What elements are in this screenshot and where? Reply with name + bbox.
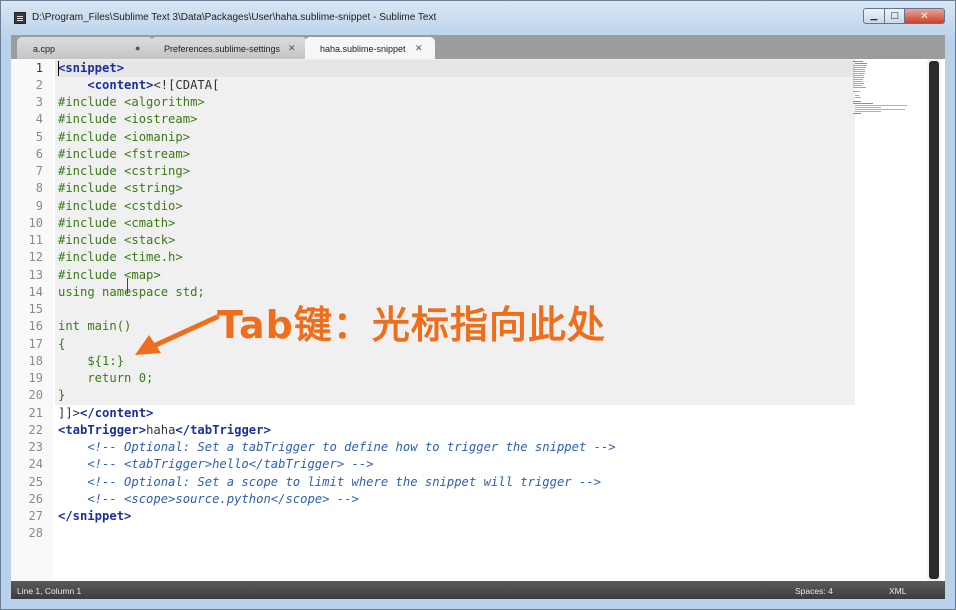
code-line[interactable]: <!-- Optional: Set a scope to limit wher… xyxy=(58,474,601,491)
line-number: 1 xyxy=(35,61,43,75)
code-line[interactable]: </snippet> xyxy=(58,508,131,525)
code-token: </tabTrigger> xyxy=(175,423,271,437)
line-number: 20 xyxy=(28,388,43,402)
tab-label: a.cpp xyxy=(33,44,56,54)
code-line[interactable]: <tabTrigger>haha</tabTrigger> xyxy=(58,422,271,439)
scrollbar-thumb[interactable] xyxy=(929,61,939,579)
code-line[interactable]: #include <stack> xyxy=(58,232,175,249)
code-line[interactable]: <!-- <tabTrigger>hello</tabTrigger> --> xyxy=(58,456,373,473)
code-token: <tabTrigger> xyxy=(58,423,147,437)
close-window-button[interactable]: ✕ xyxy=(905,8,945,24)
line-number: 10 xyxy=(28,216,43,230)
tab-haha-snippet[interactable]: haha.sublime-snippet ✕ xyxy=(305,37,435,59)
mouse-ibeam-cursor xyxy=(127,278,128,294)
arrow-icon xyxy=(135,314,220,355)
line-number: 16 xyxy=(28,319,43,333)
line-number: 15 xyxy=(28,302,43,316)
line-number: 3 xyxy=(35,95,43,109)
line-number: 17 xyxy=(28,337,43,351)
code-token: <content> xyxy=(87,78,154,92)
line-number: 22 xyxy=(28,423,43,437)
tab-preferences[interactable]: Preferences.sublime-settings ✕ xyxy=(151,37,307,59)
code-line[interactable]: #include <map> xyxy=(58,267,161,284)
indentation-setting[interactable]: Spaces: 4 xyxy=(795,586,833,596)
window-controls: ▁ □ ✕ xyxy=(863,8,945,24)
app-window: D:\Program_Files\Sublime Text 3\Data\Pac… xyxy=(0,0,956,610)
current-line-highlight xyxy=(55,60,855,77)
tab-a-cpp[interactable]: a.cpp ● xyxy=(17,37,153,59)
title-bar[interactable]: D:\Program_Files\Sublime Text 3\Data\Pac… xyxy=(1,1,955,35)
code-token: </content> xyxy=(80,406,154,420)
code-line[interactable]: #include <cstdio> xyxy=(58,198,183,215)
code-token: ]]> xyxy=(58,406,81,420)
close-tab-icon[interactable]: ✕ xyxy=(415,43,423,54)
line-number: 11 xyxy=(28,233,43,247)
code-token: <![CDATA[ xyxy=(153,78,220,92)
line-number: 23 xyxy=(28,440,43,454)
tab-bar: a.cpp ● Preferences.sublime-settings ✕ h… xyxy=(11,35,945,59)
code-line[interactable]: #include <cstring> xyxy=(58,163,190,180)
code-line[interactable]: #include <iomanip> xyxy=(58,129,190,146)
line-number: 8 xyxy=(35,181,43,195)
code-line[interactable]: #include <time.h> xyxy=(58,249,183,266)
line-number: 6 xyxy=(35,147,43,161)
code-line[interactable]: <content><![CDATA[ xyxy=(58,77,219,94)
tab-label: Preferences.sublime-settings xyxy=(164,44,281,54)
line-number: 13 xyxy=(28,268,43,282)
code-line[interactable]: int main() xyxy=(58,318,131,335)
close-tab-icon[interactable]: ✕ xyxy=(288,43,296,54)
code-line[interactable]: using namespace std; xyxy=(58,284,205,301)
window-title: D:\Program_Files\Sublime Text 3\Data\Pac… xyxy=(32,12,437,23)
line-number: 5 xyxy=(35,130,43,144)
code-line[interactable]: #include <algorithm> xyxy=(58,94,205,111)
code-line[interactable]: <snippet> xyxy=(58,60,124,77)
maximize-button[interactable]: □ xyxy=(885,8,905,24)
line-number: 12 xyxy=(28,250,43,264)
sublime-app-icon[interactable] xyxy=(14,12,26,24)
line-number: 27 xyxy=(28,509,43,523)
line-number: 7 xyxy=(35,164,43,178)
cursor-position: Line 1, Column 1 xyxy=(17,586,82,596)
line-number: 25 xyxy=(28,475,43,489)
status-bar: Line 1, Column 1 Spaces: 4 XML xyxy=(11,581,945,599)
code-line[interactable]: #include <string> xyxy=(58,180,183,197)
annotation-callout: Tab键：光标指向此处 xyxy=(217,303,606,347)
line-number: 2 xyxy=(35,78,43,92)
line-number: 9 xyxy=(35,199,43,213)
line-number: 26 xyxy=(28,492,43,506)
code-line[interactable]: #include <fstream> xyxy=(58,146,190,163)
line-number: 14 xyxy=(28,285,43,299)
code-line[interactable]: { xyxy=(58,336,65,353)
code-token: haha xyxy=(146,423,176,437)
code-line[interactable]: } xyxy=(58,387,65,404)
minimize-button[interactable]: ▁ xyxy=(863,8,885,24)
code-line[interactable]: <!-- Optional: Set a tabTrigger to defin… xyxy=(58,439,615,456)
line-number: 28 xyxy=(28,526,43,540)
code-line[interactable]: ${1:} xyxy=(58,353,124,370)
code-line[interactable]: <!-- <scope>source.python</scope> --> xyxy=(58,491,359,508)
line-number: 18 xyxy=(28,354,43,368)
code-line[interactable]: #include <iostream> xyxy=(58,111,197,128)
line-number: 19 xyxy=(28,371,43,385)
tab-label: haha.sublime-snippet xyxy=(320,44,406,54)
line-number: 24 xyxy=(28,457,43,471)
syntax-selector[interactable]: XML xyxy=(889,586,906,596)
text-cursor xyxy=(58,61,59,76)
minimap[interactable] xyxy=(853,61,923,121)
line-number: 4 xyxy=(35,112,43,126)
line-number: 21 xyxy=(28,406,43,420)
code-token: <snippet> xyxy=(58,61,125,75)
code-line[interactable]: ]]></content> xyxy=(58,405,153,422)
unsaved-dot-icon[interactable]: ● xyxy=(135,43,140,53)
line-number-gutter: 1 2 3 4 5 6 7 8 9 10 11 12 13 14 15 16 1… xyxy=(11,59,53,581)
code-line[interactable]: return 0; xyxy=(58,370,153,387)
code-token: </snippet> xyxy=(58,509,132,523)
code-line[interactable]: #include <cmath> xyxy=(58,215,175,232)
